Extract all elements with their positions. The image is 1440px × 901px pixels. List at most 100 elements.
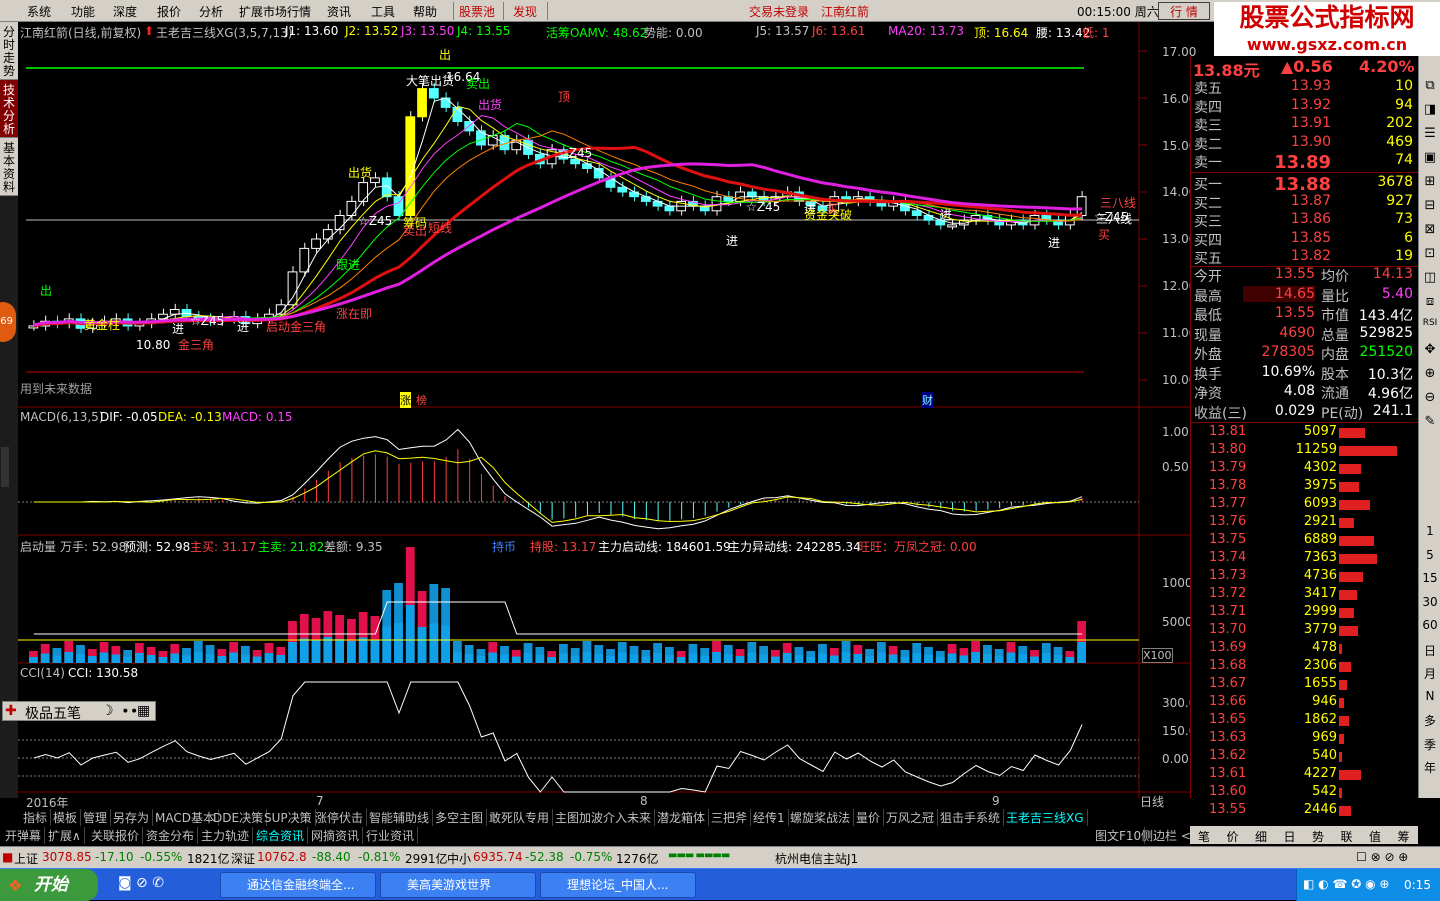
toolbar-icon[interactable]: ◨: [1421, 102, 1439, 117]
info-tab[interactable]: 综合资讯: [253, 827, 309, 844]
tick-row[interactable]: 13.62 540: [1191, 748, 1419, 766]
indicator-tab[interactable]: 多空主图: [432, 809, 488, 826]
period-button[interactable]: 5: [1421, 548, 1439, 562]
indicator-tab[interactable]: 万风之冠: [883, 809, 939, 826]
ime-moon-icon[interactable]: ☽: [101, 703, 114, 719]
tab-fundamentals[interactable]: 基本资料: [0, 138, 18, 196]
event-mark-list[interactable]: 榜: [416, 392, 427, 408]
bid-row[interactable]: 买三 13.86 73: [1191, 211, 1419, 230]
indicator-tab[interactable]: 管理: [80, 809, 112, 826]
indicator-tab[interactable]: 潜龙箱体: [654, 809, 710, 826]
macd-title[interactable]: MACD(6,13,5): [20, 410, 104, 424]
toolbar-icon[interactable]: ✥: [1421, 342, 1439, 357]
tick-row[interactable]: 13.77 6093: [1191, 496, 1419, 514]
ad-banner-url[interactable]: www.gsxz.com.cn: [1214, 34, 1440, 56]
quote-subtab[interactable]: 细: [1255, 828, 1267, 845]
indicator-tab[interactable]: 另存为: [110, 809, 154, 826]
toolbar-icon[interactable]: ⧈: [1421, 294, 1439, 309]
ask-row[interactable]: 卖三 13.91 202: [1191, 115, 1419, 134]
tab-technical-analysis[interactable]: 技术分析: [0, 80, 18, 138]
toolbar-icon[interactable]: ☰: [1421, 126, 1439, 141]
info-tab[interactable]: 关联报价: [88, 827, 144, 844]
period-button[interactable]: 季: [1421, 736, 1439, 753]
period-button[interactable]: 15: [1421, 571, 1439, 585]
menu-item-tools[interactable]: 工具: [371, 3, 395, 20]
toolbar-icon[interactable]: ▣: [1421, 150, 1439, 165]
info-tab[interactable]: 主力轨迹: [198, 827, 254, 844]
quote-subtab[interactable]: 联: [1341, 828, 1353, 845]
menu-item-news[interactable]: 资讯: [327, 3, 351, 20]
toolbar-icon[interactable]: ✎: [1421, 414, 1439, 429]
task-mgm[interactable]: 美高美游戏世界: [380, 872, 536, 898]
notification-bubble[interactable]: 69: [0, 302, 16, 342]
indicator-tab[interactable]: 指标: [20, 809, 52, 826]
quote-subtab[interactable]: 笔: [1198, 828, 1210, 845]
period-button[interactable]: 60: [1421, 618, 1439, 632]
quicklaunch-icons[interactable]: ◙ ⊘ ✆: [118, 875, 164, 891]
period-button[interactable]: N: [1421, 689, 1439, 703]
info-tab[interactable]: 行业资讯: [363, 827, 419, 844]
ime-float-bar[interactable]: ✚ 极品五笔 ☽ ∙∙ ▦: [2, 701, 156, 722]
indicator-tab[interactable]: 涨停伏击: [312, 809, 368, 826]
cci-title[interactable]: CCI(14): [20, 666, 65, 680]
tick-row[interactable]: 13.68 2306: [1191, 658, 1419, 676]
event-mark-finance[interactable]: 财: [922, 392, 933, 408]
toolbar-icon[interactable]: ⊠: [1421, 222, 1439, 237]
indicator-tab[interactable]: 三把斧: [708, 809, 752, 826]
indicator-tab[interactable]: 狙击手系统: [937, 809, 1005, 826]
quote-subtab[interactable]: 值: [1369, 828, 1381, 845]
trade-login-link[interactable]: 交易未登录: [749, 3, 809, 20]
toolbar-icon[interactable]: ⊖: [1421, 390, 1439, 405]
tick-row[interactable]: 13.60 542: [1191, 784, 1419, 802]
menu-item-quote[interactable]: 报价: [157, 3, 181, 20]
menu-item-depth[interactable]: 深度: [113, 3, 137, 20]
toolbar-icon[interactable]: ⊟: [1421, 198, 1439, 213]
tick-row[interactable]: 13.63 969: [1191, 730, 1419, 748]
info-tab[interactable]: 网摘资讯: [308, 827, 364, 844]
volume-title[interactable]: 启动量: [20, 538, 56, 555]
ime-keyboard-icon[interactable]: ▦: [137, 703, 150, 719]
server-name[interactable]: 杭州电信主站J1: [775, 850, 858, 867]
toolbar-icon[interactable]: ⊕: [1421, 366, 1439, 381]
tick-row[interactable]: 13.70 3779: [1191, 622, 1419, 640]
menu-item-function[interactable]: 功能: [71, 3, 95, 20]
task-lixiang[interactable]: 理想论坛_中国人...: [540, 872, 696, 898]
indicator-tab[interactable]: DDE决策: [210, 809, 268, 826]
tick-row[interactable]: 13.66 946: [1191, 694, 1419, 712]
quote-subtab[interactable]: 日: [1284, 828, 1296, 845]
indicator-tab[interactable]: 经传1: [750, 809, 789, 826]
indicator-tab[interactable]: SUP决策: [261, 809, 316, 826]
ask-row[interactable]: 卖一 13.89 74: [1191, 152, 1419, 173]
tick-row[interactable]: 13.81 5097: [1191, 424, 1419, 442]
menu-item-help[interactable]: 帮助: [413, 3, 437, 20]
status-tool-icons[interactable]: ☐ ⊗ ⊘ ⊕: [1356, 850, 1408, 864]
period-button[interactable]: 日: [1421, 642, 1439, 659]
sme-index-label[interactable]: 中小: [447, 850, 471, 867]
indicator-tab[interactable]: 主图加波介入未来: [552, 809, 656, 826]
toolbar-icon[interactable]: RSI: [1421, 318, 1439, 328]
sidebar-toggle[interactable]: 侧边栏 <: [1138, 827, 1195, 844]
tick-row[interactable]: 13.73 4736: [1191, 568, 1419, 586]
formula-name[interactable]: 王老吉三线XG(3,5,7,13): [156, 24, 293, 41]
menu-item-system[interactable]: 系统: [27, 3, 51, 20]
indicator-tab[interactable]: 量价: [853, 809, 885, 826]
indicator-tab[interactable]: 王老吉三线XG: [1003, 809, 1088, 826]
period-button[interactable]: 30: [1421, 595, 1439, 609]
info-tab[interactable]: 扩展∧: [45, 827, 85, 844]
quote-button[interactable]: 行 情: [1158, 2, 1210, 20]
tab-intraday[interactable]: 分时走势: [0, 22, 18, 80]
ime-dots-icon[interactable]: ∙∙: [121, 703, 139, 719]
info-tab[interactable]: 开弹幕: [2, 827, 46, 844]
indicator-tab[interactable]: 智能辅助线: [366, 809, 434, 826]
tick-row[interactable]: 13.74 7363: [1191, 550, 1419, 568]
ask-row[interactable]: 卖二 13.90 469: [1191, 134, 1419, 153]
tick-row[interactable]: 13.69 478: [1191, 640, 1419, 658]
bid-row[interactable]: 买四 13.85 6: [1191, 230, 1419, 249]
bid-row[interactable]: 买二 13.87 927: [1191, 193, 1419, 212]
task-tdx[interactable]: 通达信金融终端全...: [220, 872, 376, 898]
quote-subtab[interactable]: 筹: [1398, 828, 1410, 845]
bid-row[interactable]: 买五 13.82 19: [1191, 248, 1419, 267]
quote-subtab[interactable]: 价: [1227, 828, 1239, 845]
period-button[interactable]: 多: [1421, 712, 1439, 729]
tick-row[interactable]: 13.75 6889: [1191, 532, 1419, 550]
